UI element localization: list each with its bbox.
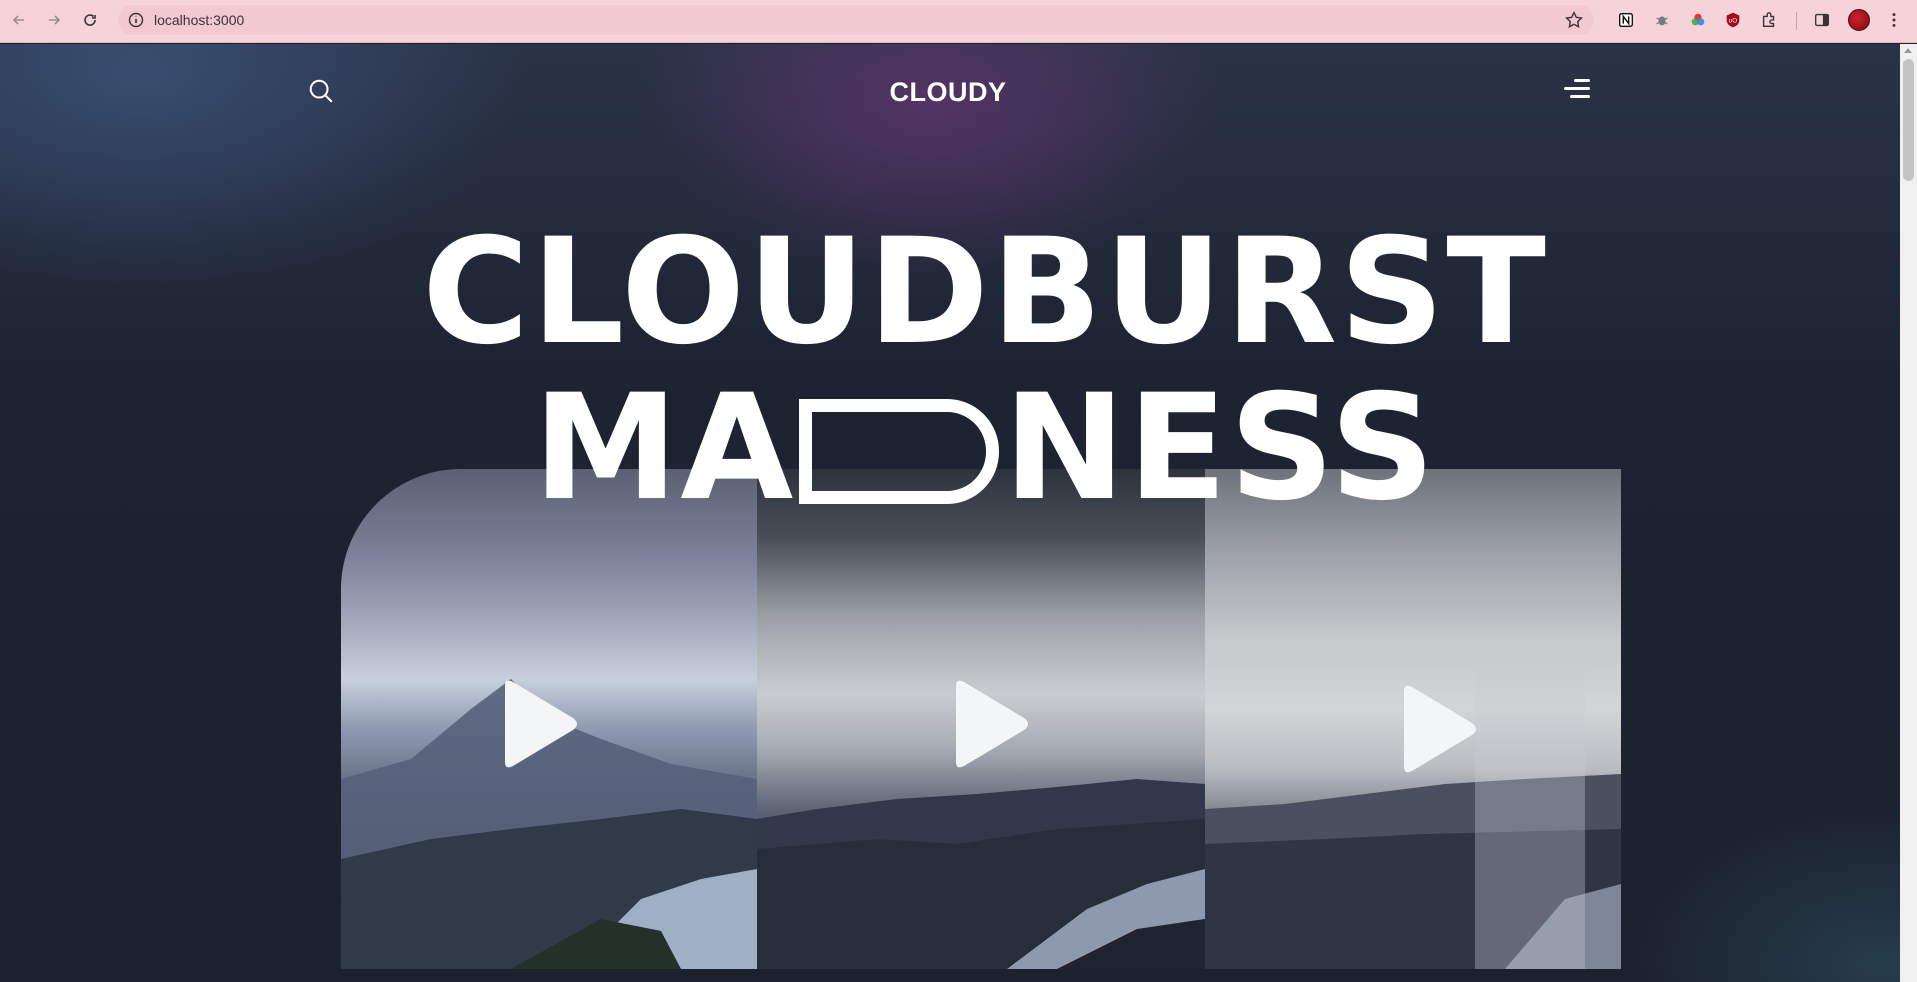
video-card[interactable] [1205, 469, 1621, 969]
reload-button[interactable] [79, 9, 101, 31]
bug-extension-icon[interactable] [1652, 10, 1672, 30]
play-button[interactable] [942, 674, 1032, 774]
video-gallery [341, 469, 1621, 969]
video-card[interactable] [757, 469, 1205, 969]
menu-button[interactable] [1560, 76, 1590, 102]
site-info-icon[interactable] [127, 11, 145, 29]
reload-icon [84, 14, 96, 26]
notion-extension-icon[interactable] [1616, 10, 1636, 30]
svg-text:uO: uO [1729, 18, 1738, 25]
browser-toolbar: localhost:3000 uO [0, 0, 1917, 43]
extensions-puzzle-icon[interactable] [1759, 10, 1779, 30]
hero-title-line1: CLOUDBURST [422, 207, 1548, 377]
color-picker-extension-icon[interactable] [1688, 10, 1708, 30]
hero-title-line2: MA NESS [420, 368, 1550, 528]
video-card[interactable] [341, 469, 757, 969]
search-button[interactable] [304, 74, 338, 108]
url-text: localhost:3000 [154, 12, 245, 28]
hero-title-line2-end: NESS [1003, 363, 1437, 533]
address-bar[interactable]: localhost:3000 [118, 5, 1594, 35]
forward-button[interactable] [43, 9, 65, 31]
ublock-extension-icon[interactable]: uO [1723, 10, 1743, 30]
pill-shape-letter-icon [799, 399, 1000, 504]
page-viewport: CLOUDY CLOUDBURST MA NESS [0, 44, 1900, 982]
play-button[interactable] [1390, 679, 1480, 779]
toolbar-divider [1796, 12, 1797, 30]
scroll-up-arrow-icon[interactable] [1904, 48, 1912, 53]
play-icon [505, 680, 577, 768]
back-button[interactable] [8, 9, 30, 31]
profile-avatar[interactable] [1848, 9, 1870, 31]
scrollbar-thumb[interactable] [1903, 59, 1914, 181]
page-scrollbar[interactable] [1900, 44, 1917, 982]
side-panel-icon[interactable] [1812, 10, 1832, 30]
arrow-left-icon [12, 15, 24, 25]
arrow-right-icon [49, 15, 61, 25]
browser-menu-icon[interactable] [1884, 10, 1904, 30]
search-icon [309, 79, 333, 103]
play-icon [956, 680, 1028, 768]
play-button[interactable] [491, 674, 581, 774]
hamburger-icon [1574, 79, 1590, 82]
hero-title-line2-start: MA [533, 363, 796, 533]
hero-title: CLOUDBURST MA NESS [420, 212, 1550, 528]
site-logo[interactable]: CLOUDY [850, 77, 1046, 108]
play-icon [1404, 685, 1476, 773]
bookmark-star-icon[interactable] [1564, 10, 1584, 30]
